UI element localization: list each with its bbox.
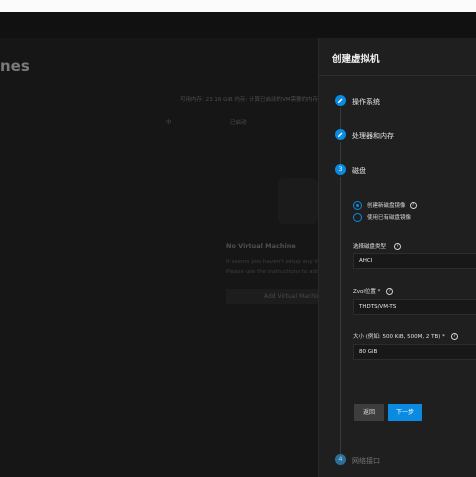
add-virtual-machine-button[interactable]: Add Virtual Machines [226, 289, 318, 304]
radio-checked-icon[interactable] [353, 200, 362, 210]
step-label-os[interactable]: 操作系统 [352, 97, 380, 107]
drawer-divider [319, 75, 476, 76]
radio-create-label: 创建新磁盘镜像 [367, 203, 406, 209]
drawer-title: 创建虚拟机 [332, 54, 380, 65]
create-vm-drawer: 创建虚拟机 操作系统 处理器和内存 3 磁盘 创建新磁盘镜像 ? 使用已有磁盘镜… [318, 38, 476, 477]
step-label-cpu-memory[interactable]: 处理器和内存 [352, 131, 394, 141]
size-label: 大小 (例如: 500 KiB, 500M, 2 TB) * ? [353, 332, 458, 340]
empty-state-title: No Virtual Machine [226, 242, 296, 250]
size-label-text: 大小 (例如: 500 KiB, 500M, 2 TB) * [353, 334, 445, 340]
step-connector [340, 177, 341, 455]
disk-type-label: 选择磁盘类型 ? [353, 242, 402, 250]
empty-state-icon [278, 178, 318, 224]
top-browser-strip [0, 0, 476, 12]
state-column-header: 已启动 [230, 120, 247, 126]
disk-type-value: AHCI [359, 258, 373, 264]
step-label-network[interactable]: 网络接口 [352, 456, 380, 466]
step-connector [340, 142, 341, 164]
step-1-complete-icon[interactable] [335, 95, 346, 106]
page-title: nes [0, 57, 30, 75]
zvol-label-text: Zvol位置 * [353, 289, 381, 295]
memory-info: 可用内存: 23.16 GiB 内存: 计算已启动的VM需要的内存 [180, 97, 319, 103]
help-icon[interactable]: ? [450, 332, 458, 340]
next-button[interactable]: 下一步 [388, 404, 422, 421]
radio-unchecked-icon[interactable] [353, 212, 362, 222]
size-value: 80 GiB [359, 349, 378, 355]
disk-type-label-text: 选择磁盘类型 [353, 244, 387, 250]
zvol-location-select[interactable]: THDTS/VM-TS [353, 299, 476, 315]
help-icon[interactable]: ? [394, 242, 402, 250]
vm-column-header: 中 [166, 120, 172, 126]
radio-existing-label: 使用已有磁盘镜像 [367, 215, 412, 221]
radio-use-existing-disk[interactable]: 使用已有磁盘镜像 [353, 212, 411, 222]
step-label-disk[interactable]: 磁盘 [352, 166, 366, 176]
background-page [0, 38, 318, 477]
step-connector [340, 108, 341, 129]
disk-type-select[interactable]: AHCI [353, 253, 476, 269]
zvol-value: THDTS/VM-TS [359, 304, 397, 310]
radio-create-new-disk[interactable]: 创建新磁盘镜像 ? [353, 200, 417, 210]
step-2-complete-icon[interactable] [335, 129, 346, 140]
help-icon[interactable]: ? [386, 287, 394, 295]
help-icon[interactable]: ? [409, 201, 417, 209]
step-3-number[interactable]: 3 [335, 164, 346, 175]
back-button[interactable]: 返回 [354, 404, 384, 421]
size-input[interactable]: 80 GiB [353, 344, 476, 360]
zvol-location-label: Zvol位置 * ? [353, 287, 394, 295]
top-app-bar [0, 12, 476, 38]
step-4-number[interactable]: 4 [335, 454, 346, 465]
